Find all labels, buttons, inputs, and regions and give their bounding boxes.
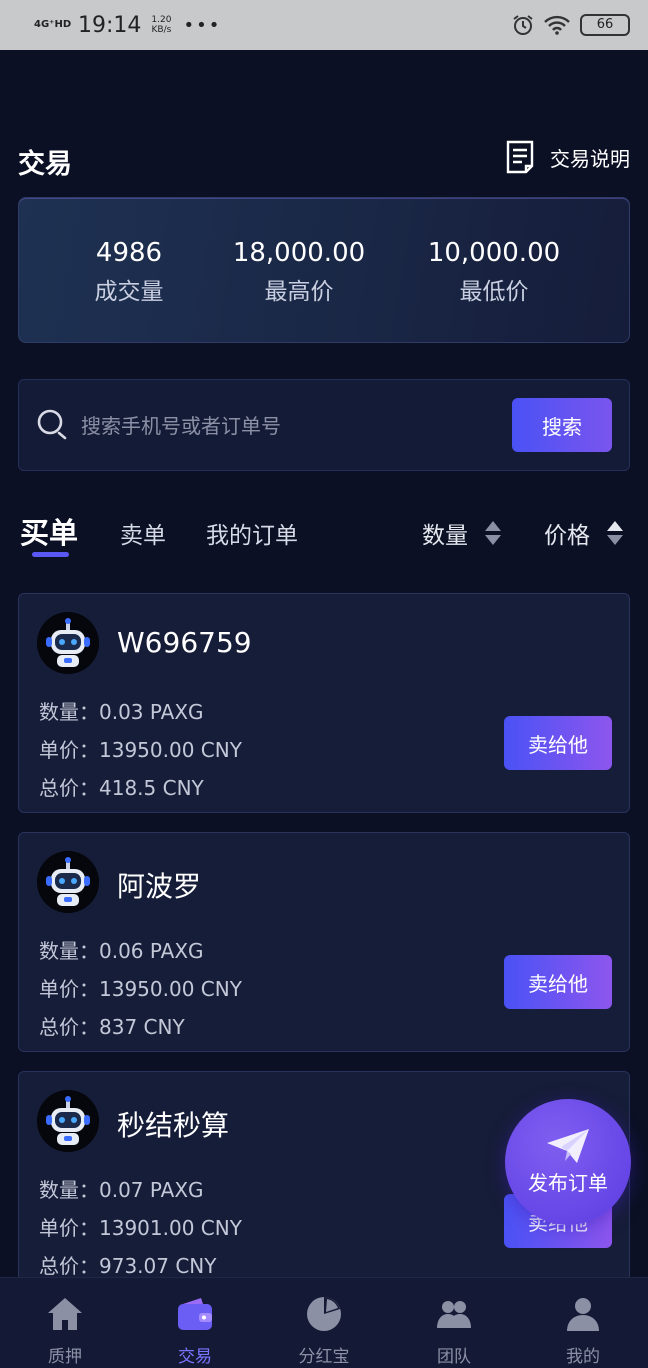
nav-item-team[interactable]: 团队 — [389, 1278, 519, 1368]
robot-avatar-icon — [37, 851, 99, 913]
network-speed: 1.20 KB/s — [151, 15, 172, 35]
sell-to-him-button[interactable]: 卖给他 — [504, 716, 612, 770]
search-input[interactable] — [81, 406, 501, 446]
trade-instructions-link[interactable]: 交易说明 — [506, 140, 630, 174]
battery-indicator: 66 — [580, 14, 630, 36]
pie-chart-icon — [307, 1297, 341, 1331]
active-tab-indicator — [32, 552, 69, 557]
avatar — [37, 851, 99, 913]
order-card: W696759 数量：0.03 PAXG 单价：13950.00 CNY 总价：… — [18, 593, 630, 813]
order-user-name: 秒结秒算 — [117, 1109, 230, 1142]
stat-lowest-price: 10,000.00 最低价 — [427, 238, 561, 305]
team-icon — [437, 1301, 471, 1328]
tab-my-orders[interactable]: 我的订单 — [206, 516, 298, 550]
nav-item-dividend[interactable]: 分红宝 — [259, 1278, 389, 1368]
order-total-price: 总价：973.07 CNY — [39, 1254, 217, 1278]
order-total-price: 总价：837 CNY — [39, 1015, 185, 1039]
page-title: 交易 — [18, 149, 72, 180]
nav-item-trade[interactable]: 交易 — [130, 1278, 260, 1368]
sort-arrows-icon — [607, 521, 623, 545]
sort-by-price[interactable]: 价格 — [544, 516, 624, 550]
sell-to-him-button[interactable]: 卖给他 — [504, 955, 612, 1009]
order-quantity: 数量：0.03 PAXG — [39, 700, 204, 724]
avatar — [37, 1090, 99, 1152]
tab-sell-orders[interactable]: 卖单 — [120, 516, 166, 550]
more-notifications-dots: ••• — [183, 14, 222, 36]
search-button[interactable]: 搜索 — [512, 398, 612, 452]
sort-arrows-icon — [485, 521, 501, 545]
trade-instructions-label: 交易说明 — [550, 146, 630, 171]
order-user-name: 阿波罗 — [117, 870, 202, 903]
signal-indicator: 4G⁺HD — [34, 19, 72, 30]
order-unit-price: 单价：13950.00 CNY — [39, 977, 242, 1001]
publish-order-button[interactable]: 发布订单 — [505, 1099, 631, 1225]
alarm-icon — [513, 15, 533, 35]
stat-volume: 4986 成交量 — [94, 238, 164, 305]
nav-item-staking[interactable]: 质押 — [0, 1278, 130, 1368]
stat-highest-price: 18,000.00 最高价 — [232, 238, 366, 305]
order-user-name: W696759 — [117, 626, 252, 659]
paper-plane-icon — [547, 1129, 589, 1163]
status-time: 19:14 — [78, 12, 142, 38]
order-card: 阿波罗 数量：0.06 PAXG 单价：13950.00 CNY 总价：837 … — [18, 832, 630, 1052]
wifi-icon — [544, 15, 570, 35]
document-icon — [506, 140, 534, 174]
home-icon — [48, 1298, 82, 1330]
order-quantity: 数量：0.06 PAXG — [39, 939, 204, 963]
search-icon — [37, 409, 67, 440]
publish-order-label: 发布订单 — [528, 1171, 608, 1195]
order-unit-price: 单价：13901.00 CNY — [39, 1216, 242, 1240]
nav-item-profile[interactable]: 我的 — [518, 1278, 648, 1368]
tab-buy-orders[interactable]: 买单 — [20, 510, 78, 552]
wallet-icon — [178, 1298, 212, 1330]
search-bar: 搜索 — [18, 379, 630, 471]
order-total-price: 总价：418.5 CNY — [39, 776, 204, 800]
robot-avatar-icon — [37, 1090, 99, 1152]
user-icon — [567, 1298, 599, 1331]
status-bar: 4G⁺HD 19:14 1.20 KB/s ••• 66 — [0, 0, 648, 50]
robot-avatar-icon — [37, 612, 99, 674]
order-quantity: 数量：0.07 PAXG — [39, 1178, 204, 1202]
order-unit-price: 单价：13950.00 CNY — [39, 738, 242, 762]
market-stats-card: 4986 成交量 18,000.00 最高价 10,000.00 最低价 — [18, 197, 630, 343]
bottom-navigation: 质押 交易 分红宝 团队 我的 — [0, 1277, 648, 1368]
sort-by-quantity[interactable]: 数量 — [422, 516, 502, 550]
avatar — [37, 612, 99, 674]
